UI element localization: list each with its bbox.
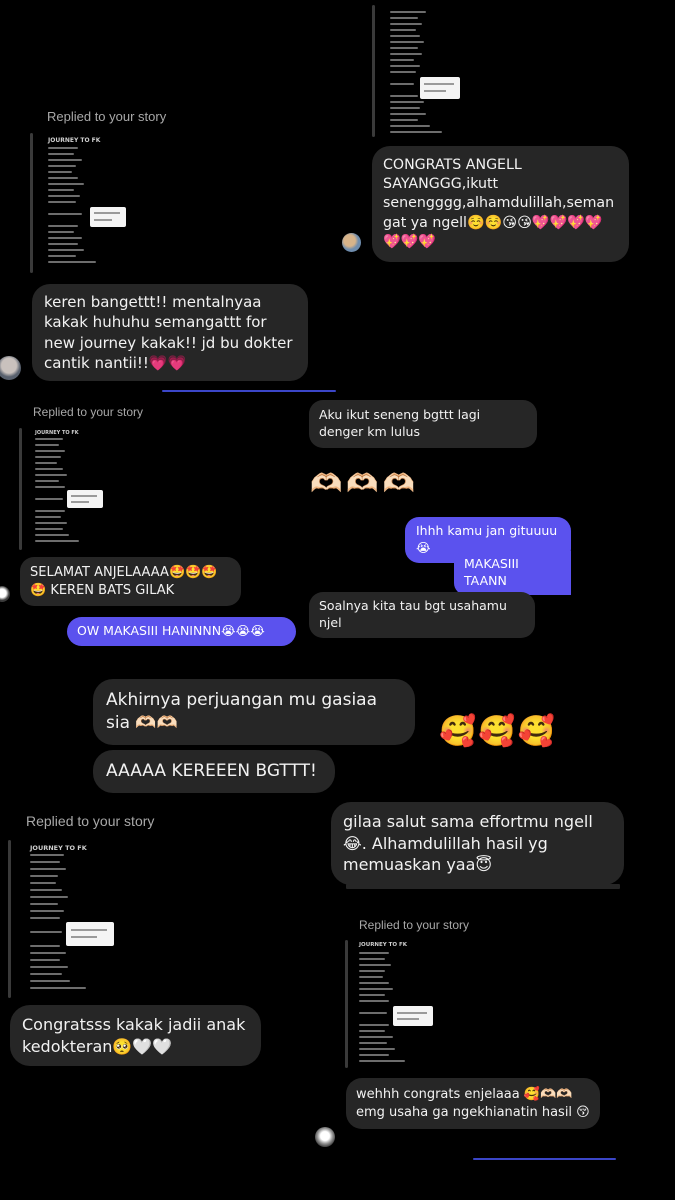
incoming-message[interactable]: Congratsss kakak jadii anak kedokteran🥺🤍… bbox=[10, 1005, 261, 1067]
story-thumbnail[interactable]: JOURNEY TO FK bbox=[8, 840, 118, 998]
story-reply-bar bbox=[345, 940, 348, 1068]
divider-line bbox=[346, 884, 620, 889]
incoming-message[interactable]: SELAMAT ANJELAAAA🤩🤩🤩 🤩 KEREN BATS GILAK bbox=[20, 557, 241, 607]
outgoing-message[interactable]: OW MAKASIII HANINNN😭😭😭 bbox=[67, 617, 296, 646]
story-sticker bbox=[66, 922, 114, 946]
story-title: JOURNEY TO FK bbox=[359, 942, 408, 948]
hearts-emoji-message[interactable]: 🫶🏻🫶🏻🫶🏻 bbox=[310, 469, 419, 499]
incoming-message[interactable]: gilaa salut sama effortmu ngell😂. Alhamd… bbox=[331, 802, 624, 885]
story-sticker bbox=[90, 207, 126, 227]
story-title: JOURNEY TO FK bbox=[48, 137, 101, 144]
replied-to-story-label: Replied to your story bbox=[33, 405, 144, 419]
story-sticker bbox=[393, 1006, 433, 1026]
incoming-message[interactable]: CONGRATS ANGELL SAYANGGG,ikutt senengggg… bbox=[372, 146, 629, 262]
divider-line bbox=[162, 390, 336, 392]
story-reply-bar bbox=[372, 5, 375, 137]
story-reply-bar bbox=[30, 133, 33, 273]
incoming-message[interactable]: Soalnya kita tau bgt usahamu njel bbox=[309, 592, 535, 638]
incoming-message[interactable]: Aku ikut seneng bgttt lagi denger km lul… bbox=[309, 400, 537, 448]
incoming-message[interactable]: Akhirnya perjuangan mu gasiaa sia 🫶🏻🫶🏻 bbox=[93, 679, 415, 745]
divider-line bbox=[473, 1158, 616, 1160]
outgoing-message[interactable]: MAKASIII TAANN bbox=[454, 551, 571, 595]
user-avatar[interactable] bbox=[0, 586, 10, 602]
story-thumbnail[interactable]: JOURNEY TO FK bbox=[30, 133, 130, 273]
incoming-message[interactable]: wehhh congrats enjelaaa 🥰🫶🏻🫶🏻 emg usaha … bbox=[346, 1078, 600, 1130]
story-thumbnail[interactable] bbox=[372, 5, 462, 137]
reaction-emoji-message[interactable]: 🥰🥰🥰 bbox=[439, 714, 557, 749]
replied-to-story-label: Replied to your story bbox=[26, 813, 155, 829]
story-title: JOURNEY TO FK bbox=[35, 430, 79, 436]
story-title: JOURNEY TO FK bbox=[30, 844, 87, 852]
story-thumbnail[interactable]: JOURNEY TO FK bbox=[345, 940, 441, 1068]
story-reply-bar bbox=[8, 840, 11, 998]
replied-to-story-label: Replied to your story bbox=[47, 109, 167, 124]
story-sticker bbox=[67, 490, 103, 508]
user-avatar[interactable] bbox=[0, 356, 21, 380]
story-sticker bbox=[420, 77, 460, 99]
story-thumbnail[interactable]: JOURNEY TO FK bbox=[19, 428, 109, 550]
story-reply-bar bbox=[19, 428, 22, 550]
incoming-message[interactable]: keren bangettt!! mentalnyaa kakak huhuhu… bbox=[32, 284, 308, 381]
incoming-message[interactable]: AAAAA KEREEEN BGTTT! bbox=[93, 750, 335, 793]
replied-to-story-label: Replied to your story bbox=[359, 918, 470, 932]
user-avatar[interactable] bbox=[315, 1127, 335, 1147]
user-avatar[interactable] bbox=[342, 233, 361, 252]
